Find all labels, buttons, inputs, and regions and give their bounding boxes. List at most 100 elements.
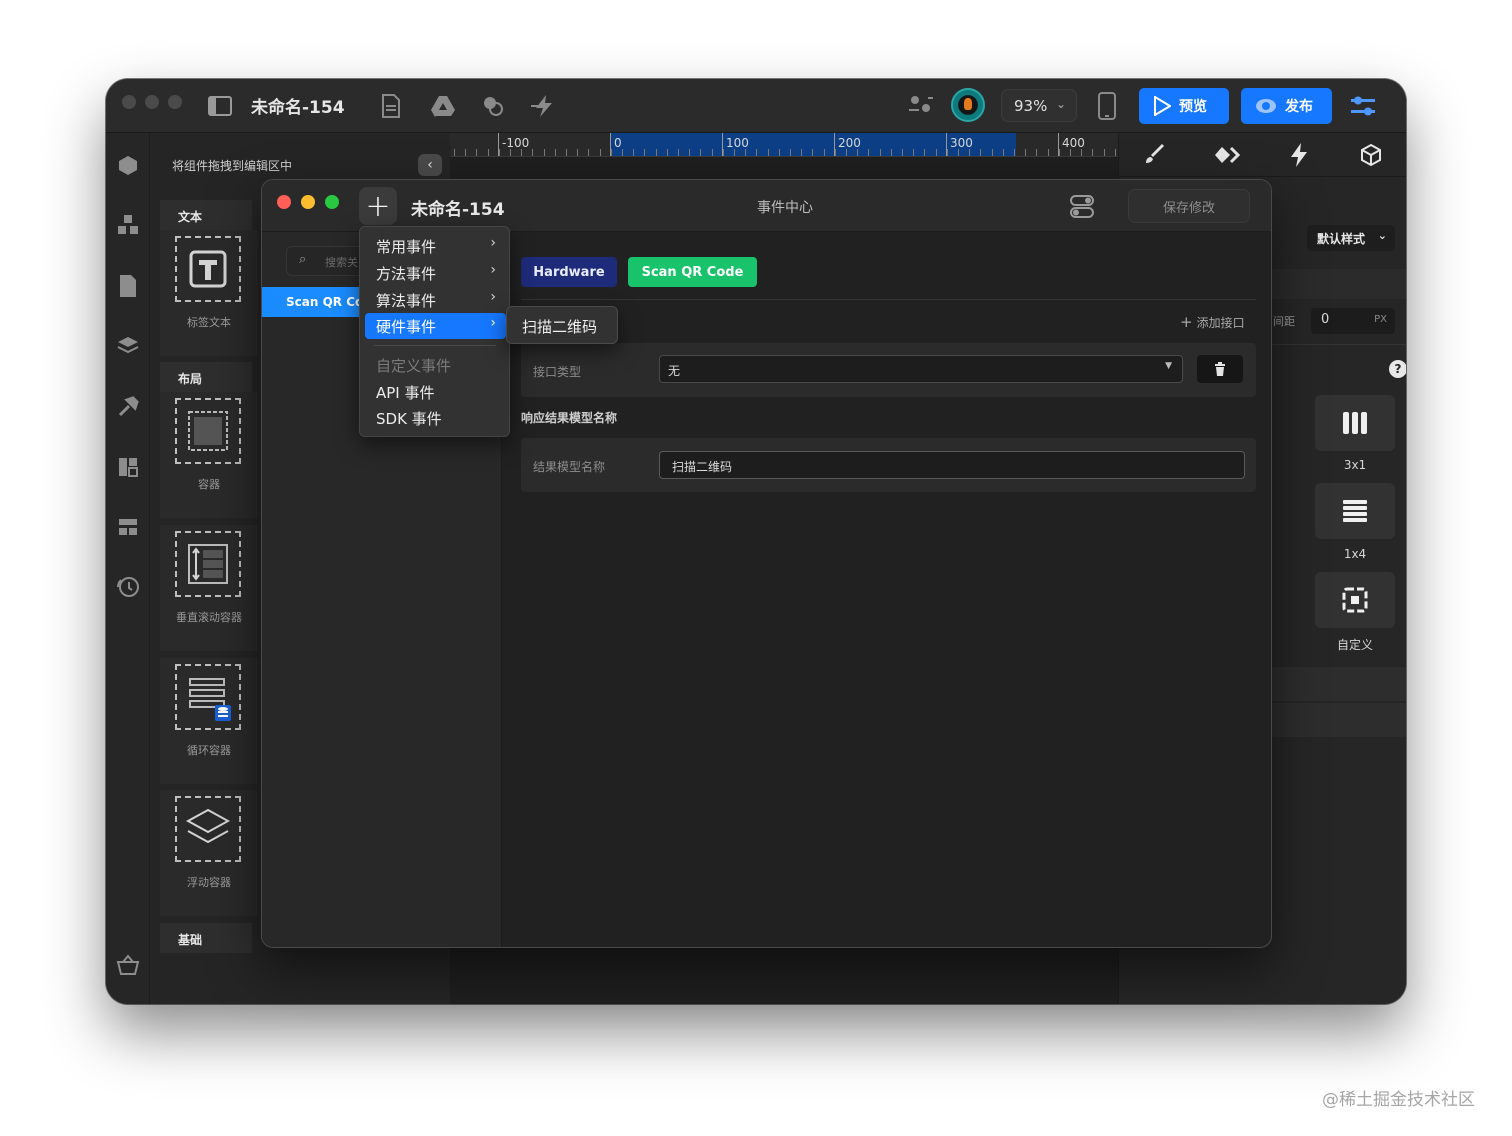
page-icon[interactable]: [116, 274, 140, 298]
collaborators-icon[interactable]: [907, 92, 935, 120]
custom-layout-icon: [1342, 587, 1368, 613]
ruler-minor-tick: [465, 149, 466, 156]
ruler-minor-tick: [555, 149, 556, 156]
layout-label: 3x1: [1343, 458, 1367, 472]
publish-button[interactable]: 发布: [1241, 88, 1332, 124]
ruler-minor-tick: [790, 149, 791, 156]
submenu-item-scan-qr-code[interactable]: 扫描二维码: [506, 306, 618, 344]
play-icon: [1154, 96, 1171, 116]
sidebar-toggle-icon[interactable]: [206, 92, 234, 120]
menu-item-hardware-events[interactable]: 硬件事件 ›: [365, 313, 506, 339]
ruler-minor-tick: [544, 149, 545, 156]
layout-label: 自定义: [1336, 638, 1373, 652]
document-icon[interactable]: [379, 92, 403, 120]
zoom-select[interactable]: 93% ⌄: [1001, 89, 1077, 122]
component-label-text[interactable]: 标签文本: [160, 230, 258, 356]
style-select[interactable]: 默认样式 ⌄: [1307, 225, 1395, 251]
ruler-minor-tick: [924, 149, 925, 156]
response-model-section-title: 响应结果模型名称: [521, 411, 618, 425]
component-box-icon[interactable]: [116, 153, 140, 177]
eye-icon: [1256, 99, 1276, 113]
modal-minimize-button[interactable]: [301, 195, 315, 209]
device-preview-icon[interactable]: [1094, 92, 1120, 120]
collapse-panel-button[interactable]: ‹: [418, 154, 442, 176]
window-close-button[interactable]: [122, 95, 136, 109]
basket-icon[interactable]: [116, 953, 140, 977]
ruler-minor-tick: [812, 149, 813, 156]
chevron-down-icon: ⌄: [1055, 97, 1066, 111]
layout-3x1-button[interactable]: [1315, 395, 1395, 451]
component-float-container[interactable]: 浮动容器: [160, 790, 258, 916]
spacing-unit: PX: [1374, 314, 1387, 325]
package-icon[interactable]: [1335, 133, 1406, 177]
trash-icon: [1215, 362, 1225, 376]
ruler-label: 200: [838, 136, 861, 150]
grid-layout-icon[interactable]: [116, 515, 140, 539]
result-model-input[interactable]: 扫描二维码: [659, 451, 1245, 479]
menu-item-common-events[interactable]: 常用事件 ›: [365, 233, 506, 259]
modal-title-bar: + 未命名-154 事件中心 保存修改: [262, 180, 1271, 232]
ruler-minor-tick: [532, 149, 533, 156]
tool-rail: [106, 133, 150, 1004]
modal-close-button[interactable]: [277, 195, 291, 209]
menu-item-method-events[interactable]: 方法事件 ›: [365, 260, 506, 286]
history-icon[interactable]: [116, 575, 140, 599]
menu-item-sdk-events[interactable]: SDK 事件: [365, 405, 506, 431]
menu-item-algorithm-events[interactable]: 算法事件 ›: [365, 287, 506, 313]
user-avatar[interactable]: [951, 88, 985, 122]
save-changes-button[interactable]: 保存修改: [1128, 189, 1250, 223]
event-lightning-icon[interactable]: [1263, 133, 1335, 177]
help-icon[interactable]: ?: [1389, 360, 1406, 378]
search-placeholder: 搜索关: [325, 256, 358, 269]
components-group-icon[interactable]: [116, 213, 140, 237]
lightning-icon[interactable]: [530, 92, 558, 120]
component-label: 标签文本: [187, 316, 231, 329]
hammer-icon[interactable]: [116, 395, 140, 419]
ruler-minor-tick: [768, 149, 769, 156]
component-loop-container[interactable]: 循环容器: [160, 658, 258, 784]
window-minimize-button[interactable]: [145, 95, 159, 109]
theme-icon[interactable]: [480, 92, 506, 120]
publish-button-label: 发布: [1285, 99, 1313, 115]
layout-custom-button[interactable]: [1315, 572, 1395, 628]
menu-item-label: 常用事件: [376, 238, 437, 256]
ruler-minor-tick: [1014, 149, 1015, 156]
layers-icon[interactable]: [116, 333, 140, 357]
add-event-button[interactable]: +: [359, 187, 397, 225]
ruler-minor-tick: [644, 149, 645, 156]
add-interface-button[interactable]: + 添加接口: [1180, 313, 1245, 331]
component-container[interactable]: 容器: [160, 392, 258, 518]
menu-item-api-events[interactable]: API 事件: [365, 379, 506, 405]
delete-button[interactable]: [1197, 355, 1243, 383]
ruler-minor-tick: [992, 149, 993, 156]
preview-button[interactable]: 预览: [1139, 88, 1229, 124]
ruler-minor-tick: [566, 149, 567, 156]
brush-icon[interactable]: [1119, 133, 1191, 177]
interaction-icon[interactable]: [1191, 133, 1263, 177]
ruler-minor-tick: [857, 149, 858, 156]
menu-item-label: 方法事件: [376, 265, 437, 283]
layout-1x4-button[interactable]: [1315, 483, 1395, 539]
ruler-label: 100: [726, 136, 749, 150]
interface-type-select[interactable]: 无 ▼: [659, 355, 1183, 383]
ruler-minor-tick: [476, 149, 477, 156]
drive-icon[interactable]: [429, 92, 457, 120]
template-icon[interactable]: [116, 455, 140, 479]
spacing-input[interactable]: 0 PX: [1311, 308, 1395, 334]
ruler-minor-tick: [1070, 149, 1071, 156]
component-vertical-scroll[interactable]: 垂直滚动容器: [160, 525, 258, 651]
section-text: 文本: [160, 200, 252, 230]
window-zoom-button[interactable]: [168, 95, 182, 109]
horizontal-ruler: -100 0 100 200 300 400: [450, 133, 1118, 157]
settings-sliders-icon[interactable]: [1349, 92, 1377, 120]
ruler-minor-tick: [936, 149, 937, 156]
ruler-minor-tick: [499, 149, 500, 156]
ruler-minor-tick: [1048, 149, 1049, 156]
add-event-menu: 常用事件 › 方法事件 › 算法事件 › 硬件事件 › 自定义事件 API 事件…: [359, 226, 510, 437]
menu-item-custom-events: 自定义事件: [376, 357, 452, 375]
toggle-switch-icon[interactable]: [1068, 192, 1096, 220]
vertical-scroll-icon: [175, 531, 241, 597]
ruler-minor-tick: [902, 149, 903, 156]
modal-zoom-button[interactable]: [325, 195, 339, 209]
chevron-right-icon: ›: [490, 235, 496, 251]
